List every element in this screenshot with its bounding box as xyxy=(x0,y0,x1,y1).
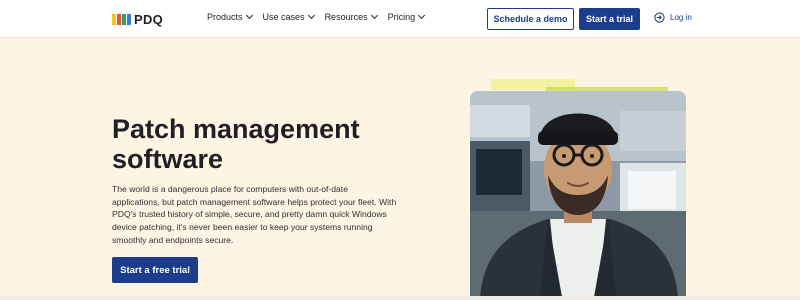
login-arrow-icon xyxy=(654,12,665,23)
top-navigation: PDQ Products Use cases Resources Pricing… xyxy=(0,0,800,38)
logo-text: PDQ xyxy=(134,11,164,27)
schedule-demo-button[interactable]: Schedule a demo xyxy=(487,8,574,30)
logo-bar-green xyxy=(122,13,126,25)
chevron-down-icon xyxy=(370,11,378,20)
login-label: Log in xyxy=(670,13,692,22)
menu-item-use-cases[interactable]: Use cases xyxy=(262,11,315,22)
login-link[interactable]: Log in xyxy=(654,12,692,23)
pdq-logo[interactable]: PDQ xyxy=(112,11,163,27)
chevron-down-icon xyxy=(245,11,253,20)
hero-description: The world is a dangerous place for compu… xyxy=(112,184,397,245)
logo-bar-red xyxy=(117,13,121,25)
chevron-down-icon xyxy=(307,11,315,20)
menu-item-resources[interactable]: Resources xyxy=(324,11,378,22)
main-menu: Products Use cases Resources Pricing xyxy=(207,11,426,22)
menu-item-label: Use cases xyxy=(262,12,305,22)
menu-item-label: Products xyxy=(207,12,243,22)
hero-photo xyxy=(470,91,686,297)
menu-item-products[interactable]: Products xyxy=(207,11,253,22)
menu-item-label: Resources xyxy=(324,12,368,22)
chevron-down-icon xyxy=(418,11,426,20)
logo-bar-blue xyxy=(127,13,131,25)
section-divider xyxy=(0,296,800,300)
menu-item-label: Pricing xyxy=(387,12,416,22)
logo-bar-yellow xyxy=(112,13,116,25)
start-trial-button[interactable]: Start a trial xyxy=(579,8,640,30)
page-title: Patch management software xyxy=(112,114,360,174)
menu-item-pricing[interactable]: Pricing xyxy=(387,11,426,22)
start-free-trial-button[interactable]: Start a free trial xyxy=(112,257,198,283)
